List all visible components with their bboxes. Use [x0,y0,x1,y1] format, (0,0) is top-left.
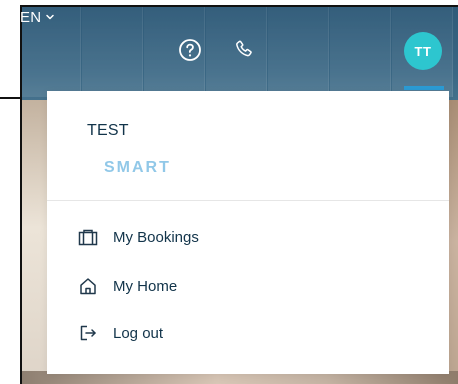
left-rule [0,97,20,99]
menu-item-log-out[interactable]: Log out [77,318,407,348]
user-name: TEST [87,122,129,139]
logout-icon [77,322,99,344]
avatar-active-indicator [404,86,444,90]
screen: EN TT TEST SMART My Bookings My Home Log… [0,0,458,384]
menu-item-label: Log out [113,324,164,342]
menu-item-my-bookings[interactable]: My Bookings [77,222,407,252]
avatar-initials: TT [414,43,432,59]
language-selector[interactable]: EN [20,5,458,29]
menu-header: TEST SMART [47,91,449,201]
menu-item-label: My Bookings [113,228,199,246]
user-menu: TEST SMART My Bookings My Home Log out [47,91,449,374]
phone-icon [232,37,256,66]
user-tier: SMART [104,159,171,176]
home-icon [77,275,99,297]
chevron-down-icon [45,9,55,26]
phone-button[interactable] [232,39,256,63]
help-icon [178,38,202,67]
briefcase-icon [77,226,99,248]
menu-item-my-home[interactable]: My Home [77,271,407,301]
language-label: EN [20,8,42,26]
user-avatar-button[interactable]: TT [404,32,442,70]
menu-item-label: My Home [113,277,178,295]
help-button[interactable] [178,38,202,67]
top-navigation: EN TT [20,5,458,95]
